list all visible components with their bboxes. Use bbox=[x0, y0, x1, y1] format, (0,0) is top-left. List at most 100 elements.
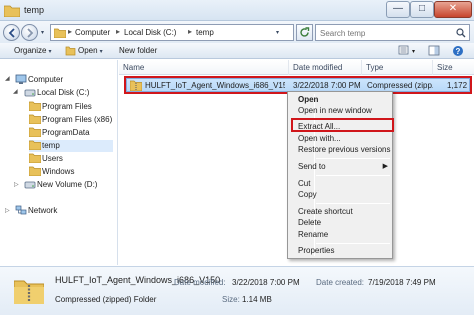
breadcrumb-separator[interactable]: ▸ bbox=[188, 27, 192, 36]
open-icon[interactable] bbox=[65, 45, 76, 58]
nav-label: Computer bbox=[28, 75, 64, 84]
nav-label: Windows bbox=[42, 167, 75, 176]
details-date-modified: 3/22/2018 7:00 PM bbox=[232, 278, 300, 287]
collapse-arrow-icon[interactable]: ◢ bbox=[13, 88, 18, 95]
column-header-row: Name Date modified Type Size bbox=[119, 60, 474, 75]
search-icon[interactable] bbox=[456, 28, 466, 40]
menu-item-copy[interactable]: Copy bbox=[290, 189, 390, 201]
organize-button[interactable]: Organize ▾ bbox=[14, 46, 51, 55]
folder-icon bbox=[3, 4, 21, 19]
open-button[interactable]: Open ▾ bbox=[78, 46, 103, 55]
nav-label: Users bbox=[42, 154, 63, 163]
nav-folder-users[interactable]: Users bbox=[28, 153, 109, 165]
menu-item-label: Properties bbox=[298, 246, 335, 255]
nav-folder-program-files-x86[interactable]: Program Files (x86) bbox=[28, 114, 112, 126]
forward-button[interactable] bbox=[21, 24, 38, 41]
command-bar: Organize ▾ Open ▾ New folder ▾ ? bbox=[0, 43, 474, 59]
new-folder-button[interactable]: New folder bbox=[119, 46, 157, 55]
breadcrumb-separator[interactable]: ▸ bbox=[116, 27, 120, 36]
nav-network[interactable]: Network bbox=[15, 205, 95, 217]
details-date-created: 7/19/2018 7:49 PM bbox=[368, 278, 436, 287]
details-date-created-label: Date created: bbox=[316, 278, 365, 287]
open-label: Open bbox=[78, 46, 98, 55]
change-view-icon[interactable] bbox=[398, 45, 410, 58]
folder-icon bbox=[28, 127, 42, 139]
refresh-button[interactable] bbox=[296, 24, 313, 41]
menu-separator bbox=[316, 243, 390, 244]
menu-item-rename[interactable]: Rename bbox=[290, 229, 390, 241]
menu-item-open-in-new-window[interactable]: Open in new window bbox=[290, 105, 390, 117]
maximize-button[interactable]: □ bbox=[410, 1, 434, 18]
expand-arrow-icon[interactable]: ▷ bbox=[14, 181, 19, 188]
network-icon bbox=[15, 205, 27, 218]
search-box[interactable] bbox=[315, 24, 470, 41]
details-pane: HULFT_IoT_Agent_Windows_i686_V150 Compre… bbox=[0, 266, 474, 315]
context-menu: Open Open in new window Extract All... O… bbox=[287, 91, 393, 259]
nav-label: ProgramData bbox=[42, 128, 90, 137]
details-date-modified-label: Date modified: bbox=[174, 278, 226, 287]
folder-icon bbox=[28, 166, 42, 178]
collapse-arrow-icon[interactable]: ◢ bbox=[5, 75, 10, 82]
refresh-icon bbox=[300, 27, 310, 37]
file-row[interactable]: HULFT_IoT_Agent_Windows_i686_V150 3/22/2… bbox=[126, 78, 470, 92]
preview-pane-icon[interactable] bbox=[428, 45, 440, 58]
column-date-modified[interactable]: Date modified bbox=[289, 60, 362, 75]
breadcrumb-separator[interactable]: ▸ bbox=[68, 27, 72, 36]
column-name[interactable]: Name bbox=[119, 60, 289, 75]
minimize-button[interactable]: — bbox=[386, 1, 410, 18]
recent-pages-dropdown-icon[interactable]: ▾ bbox=[41, 29, 44, 36]
menu-item-properties[interactable]: Properties bbox=[290, 245, 390, 257]
folder-icon bbox=[28, 140, 42, 152]
menu-item-extract-all[interactable]: Extract All... bbox=[290, 121, 390, 133]
nav-new-volume[interactable]: New Volume (D:) bbox=[24, 179, 114, 191]
title-bar: temp — □ ✕ bbox=[0, 0, 474, 21]
menu-item-label: Delete bbox=[298, 218, 322, 227]
expand-arrow-icon[interactable]: ▷ bbox=[5, 207, 10, 214]
nav-label: Program Files bbox=[42, 102, 92, 111]
menu-item-label: Extract All... bbox=[298, 122, 341, 131]
view-dropdown-icon[interactable]: ▾ bbox=[412, 48, 415, 55]
column-size[interactable]: Size bbox=[433, 60, 474, 75]
back-button[interactable] bbox=[3, 24, 20, 41]
nav-label: Local Disk (C:) bbox=[37, 88, 90, 97]
column-type-label: Type bbox=[366, 63, 384, 72]
menu-item-restore-previous-versions[interactable]: Restore previous versions bbox=[290, 144, 390, 156]
menu-item-label: Send to bbox=[298, 162, 326, 171]
minimize-icon: — bbox=[393, 3, 403, 14]
nav-label: Network bbox=[28, 206, 58, 215]
file-name: HULFT_IoT_Agent_Windows_i686_V150 bbox=[145, 81, 285, 90]
breadcrumb-temp[interactable]: temp bbox=[196, 28, 214, 37]
file-size: 1,172 bbox=[447, 81, 468, 90]
nav-folder-programdata[interactable]: ProgramData bbox=[28, 127, 109, 139]
address-bar[interactable]: ▸ Computer ▸ Local Disk (C:) ▸ temp ▾ bbox=[50, 24, 294, 41]
menu-separator bbox=[316, 158, 390, 159]
menu-item-label: Open in new window bbox=[298, 106, 372, 115]
address-dropdown-icon[interactable]: ▾ bbox=[276, 29, 279, 36]
menu-item-label: Restore previous versions bbox=[298, 145, 391, 154]
zip-folder-icon bbox=[130, 80, 142, 93]
arrow-left-icon bbox=[8, 28, 15, 38]
help-icon[interactable]: ? bbox=[452, 45, 464, 59]
nav-folder-temp[interactable]: temp bbox=[28, 140, 113, 152]
zip-folder-icon bbox=[13, 278, 45, 306]
menu-item-delete[interactable]: Delete bbox=[290, 217, 390, 229]
breadcrumb-computer[interactable]: Computer bbox=[75, 28, 110, 37]
hard-drive-icon bbox=[24, 179, 36, 192]
file-date-modified: 3/22/2018 7:00 PM bbox=[293, 81, 361, 90]
nav-folder-windows[interactable]: Windows bbox=[28, 166, 109, 178]
search-input[interactable] bbox=[320, 27, 452, 39]
details-size: 1.14 MB bbox=[242, 295, 272, 304]
folder-icon bbox=[28, 101, 42, 113]
menu-item-send-to[interactable]: Send to ▶ bbox=[290, 161, 390, 173]
submenu-arrow-icon: ▶ bbox=[382, 163, 388, 170]
folder-icon bbox=[28, 153, 42, 165]
menu-item-label: Rename bbox=[298, 230, 329, 239]
column-name-label: Name bbox=[123, 63, 145, 72]
close-button[interactable]: ✕ bbox=[434, 1, 472, 18]
nav-folder-program-files[interactable]: Program Files bbox=[28, 101, 109, 113]
breadcrumb-local-disk[interactable]: Local Disk (C:) bbox=[124, 28, 176, 37]
column-type[interactable]: Type bbox=[362, 60, 433, 75]
menu-separator bbox=[316, 203, 390, 204]
navigation-pane: ◢ Computer ◢ Local Disk (C:) Program Fil… bbox=[0, 60, 118, 265]
computer-icon bbox=[15, 74, 27, 87]
